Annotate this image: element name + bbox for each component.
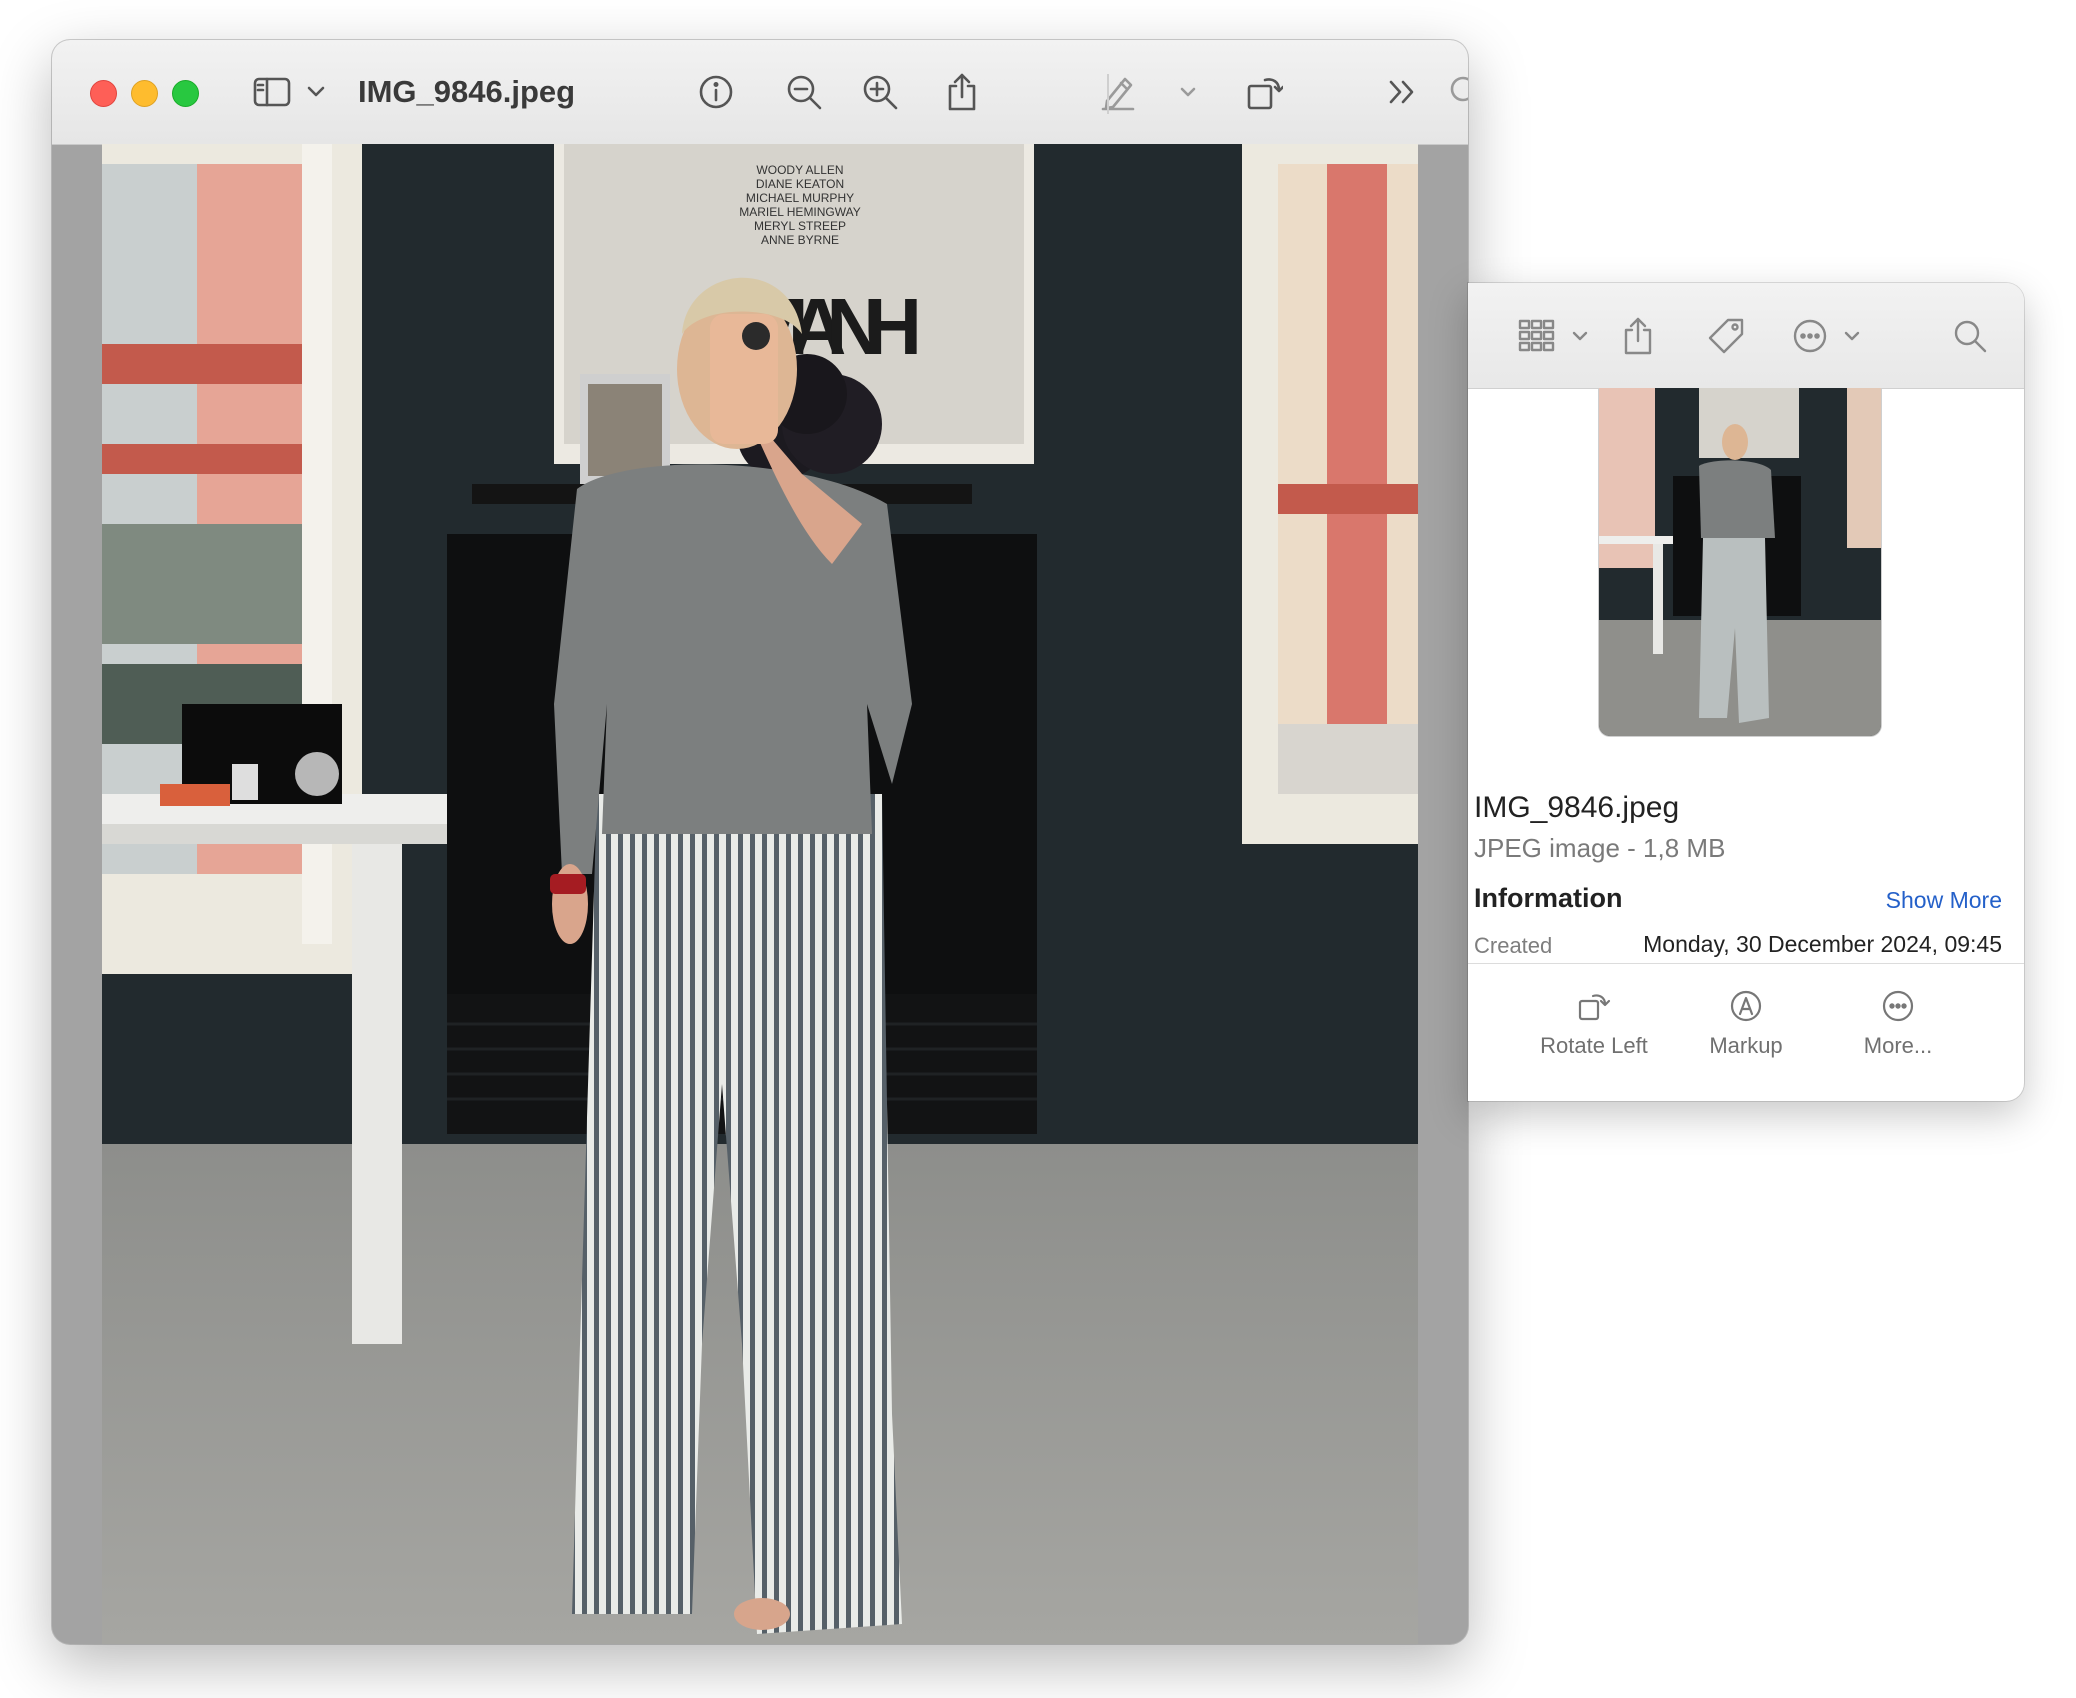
actions-button[interactable] xyxy=(1792,311,1828,361)
more-toolbar-items-button[interactable] xyxy=(1382,68,1422,116)
thumbnail-image xyxy=(1599,388,1881,736)
markup-icon xyxy=(1730,990,1762,1022)
rotate-button[interactable] xyxy=(1242,68,1286,116)
close-window-button[interactable] xyxy=(90,80,117,107)
rotate-left-icon xyxy=(1578,994,1611,1021)
rotate-left-label: Rotate Left xyxy=(1540,1033,1648,1058)
gallery-icon xyxy=(1518,319,1555,352)
markup-label: Markup xyxy=(1709,1033,1783,1058)
zoom-in-icon xyxy=(863,75,898,110)
window-titlebar[interactable]: IMG_9846.jpeg xyxy=(52,40,1468,145)
view-options-dropdown[interactable] xyxy=(1572,311,1588,361)
more-actions-button[interactable]: More... xyxy=(1828,989,1968,1059)
search-icon xyxy=(1450,76,1468,102)
svg-text:MERYL STREEP: MERYL STREEP xyxy=(754,219,846,233)
chevron-down-icon xyxy=(1844,331,1860,341)
photo-canvas[interactable]: WOODY ALLEN DIANE KEATON MICHAEL MURPHY … xyxy=(102,144,1418,1644)
info-search-button[interactable] xyxy=(1952,311,1988,361)
svg-text:WOODY ALLEN: WOODY ALLEN xyxy=(756,163,843,177)
svg-text:MARIEL HEMINGWAY: MARIEL HEMINGWAY xyxy=(739,205,861,219)
document-title[interactable]: IMG_9846.jpeg xyxy=(358,70,575,114)
preview-window: IMG_9846.jpeg WOODY ALLEN DIANE KEATON M… xyxy=(52,40,1468,1644)
zoom-out-button[interactable] xyxy=(782,68,826,116)
markup-pen-icon xyxy=(1101,77,1135,111)
sidebar-options-button[interactable] xyxy=(306,68,326,116)
photo-image: WOODY ALLEN DIANE KEATON MICHAEL MURPHY … xyxy=(102,144,1418,1644)
info-section-title: Information xyxy=(1474,883,1623,913)
chevron-down-icon xyxy=(1180,87,1196,97)
created-label: Created xyxy=(1474,933,1553,958)
more-label: More... xyxy=(1863,1033,1933,1058)
inspector-button[interactable] xyxy=(694,68,738,116)
info-panel: IMG_9846.jpeg JPEG image - 1,8 MB Inform… xyxy=(1468,283,2024,1101)
actions-dropdown[interactable] xyxy=(1844,311,1860,361)
info-share-button[interactable] xyxy=(1622,311,1654,361)
rotate-left-button[interactable]: Rotate Left xyxy=(1524,989,1664,1059)
ellipsis-circle-icon xyxy=(1793,319,1827,353)
tag-icon xyxy=(1708,318,1744,354)
markup-options-button[interactable] xyxy=(1178,68,1198,116)
info-file-kind: JPEG image - 1,8 MB xyxy=(1474,833,1726,863)
ellipsis-circle-icon xyxy=(1882,990,1914,1022)
svg-text:ANNE BYRNE: ANNE BYRNE xyxy=(761,233,839,247)
share-icon xyxy=(948,73,976,111)
svg-text:DIANE KEATON: DIANE KEATON xyxy=(756,177,844,191)
toolbar-separator xyxy=(1107,74,1109,114)
share-button[interactable] xyxy=(940,68,984,116)
created-value: Monday, 30 December 2024, 09:45 xyxy=(1643,931,2002,957)
zoom-window-button[interactable] xyxy=(172,80,199,107)
sidebar-icon xyxy=(253,77,291,107)
file-thumbnail[interactable] xyxy=(1598,388,1882,737)
info-divider xyxy=(1468,963,2024,964)
zoom-out-icon xyxy=(787,75,822,110)
sidebar-toggle-button[interactable] xyxy=(252,68,292,116)
share-icon xyxy=(1624,317,1652,355)
zoom-in-button[interactable] xyxy=(858,68,902,116)
markup-button[interactable] xyxy=(1096,68,1140,116)
rotate-icon xyxy=(1247,78,1283,110)
info-filename: IMG_9846.jpeg xyxy=(1474,791,1680,824)
minimize-window-button[interactable] xyxy=(131,80,158,107)
markup-action-button[interactable]: Markup xyxy=(1676,989,1816,1059)
tag-button[interactable] xyxy=(1706,311,1746,361)
chevron-down-icon xyxy=(307,86,325,97)
info-panel-toolbar xyxy=(1468,283,2024,389)
svg-text:MICHAEL MURPHY: MICHAEL MURPHY xyxy=(746,191,854,205)
search-icon xyxy=(1954,320,1987,353)
show-more-link[interactable]: Show More xyxy=(1886,887,2002,914)
search-button[interactable] xyxy=(1444,68,1468,116)
more-chevrons-icon xyxy=(1389,80,1414,104)
chevron-down-icon xyxy=(1572,331,1588,341)
info-icon xyxy=(699,75,733,109)
view-options-button[interactable] xyxy=(1518,311,1556,361)
